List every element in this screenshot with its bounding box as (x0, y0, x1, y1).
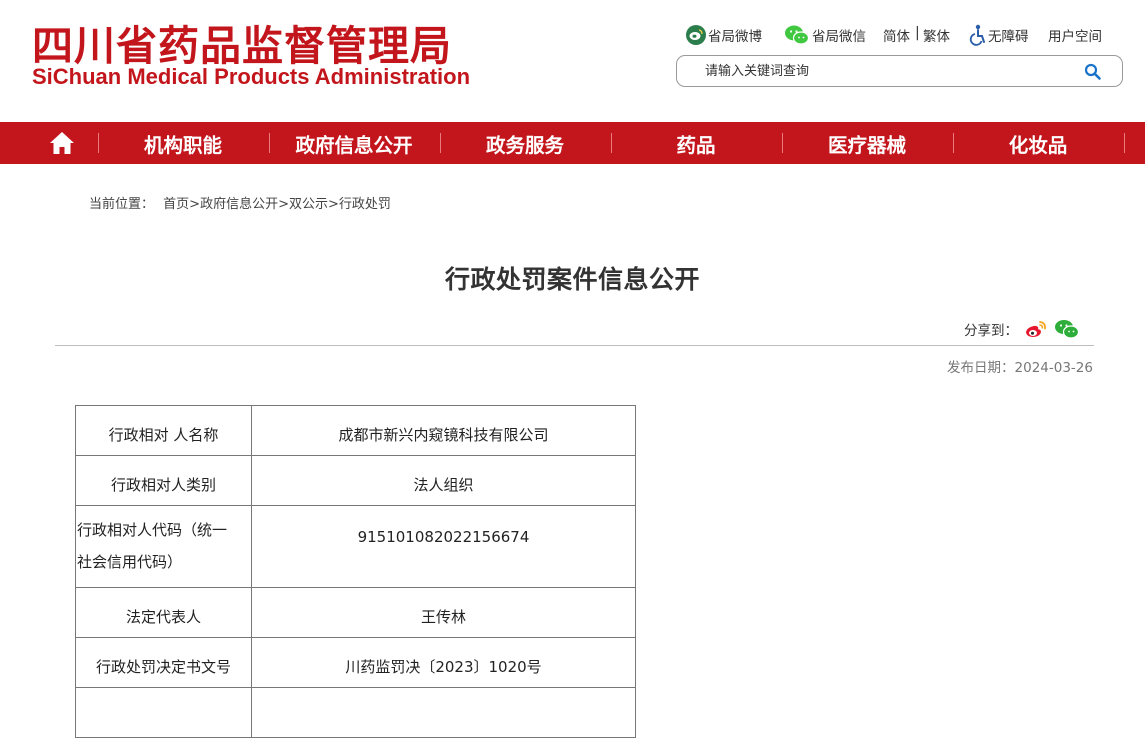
breadcrumb-prefix: 当前位置： (89, 197, 155, 212)
row-value-party-type: 法人组织 (413, 476, 474, 494)
row-key-credit-code: 行政相对人代码（统一 社会信用代码） (76, 506, 251, 578)
row-value-party-name: 成都市新兴内窥镜科技有限公司 (338, 426, 549, 444)
publish-date-label: 发布日期： (947, 360, 1015, 376)
table-row: 法定代表人 王传林 (75, 587, 636, 638)
user-space-link[interactable]: 用户空间 (1048, 24, 1102, 46)
row-key-cell: 行政相对人类别 (75, 455, 252, 506)
table-row: 行政处罚决定书文号 川药监罚决〔2023〕1020号 (75, 637, 636, 688)
breadcrumb-separator: > (189, 197, 201, 212)
row-key-party-type: 行政相对人类别 (110, 476, 216, 494)
language-separator: | (915, 25, 920, 41)
nav-item-drugs[interactable]: 药品 (611, 122, 781, 164)
breadcrumb: 当前位置： 首页>政府信息公开>双公示>行政处罚 (89, 193, 391, 212)
table-row: 行政相对人类别 法人组织 (75, 455, 636, 506)
row-key-cell: 行政处罚决定书文号 (75, 637, 252, 688)
simplified-label: 简体 (883, 29, 910, 45)
weibo-link-label: 省局微博 (708, 29, 762, 45)
breadcrumb-penalty[interactable]: 行政处罚 (339, 197, 391, 212)
search-box (676, 55, 1123, 87)
weibo-badge-icon (686, 25, 706, 45)
wechat-link-label: 省局微信 (812, 29, 866, 45)
nav-item-gov-info[interactable]: 政府信息公开 (269, 122, 439, 164)
wechat-link[interactable]: 省局微信 (784, 24, 866, 46)
row-key-cell (75, 687, 252, 738)
table-row (75, 687, 636, 738)
row-key-legal-rep: 法定代表人 (125, 608, 201, 626)
traditional-chinese-link[interactable]: 繁体 (923, 24, 950, 46)
breadcrumb-gov-info[interactable]: 政府信息公开 (200, 197, 278, 212)
row-key-cell: 行政相对 人名称 (75, 405, 252, 456)
row-key-cell: 法定代表人 (75, 587, 252, 638)
row-key-decision-number: 行政处罚决定书文号 (95, 658, 231, 676)
weibo-link[interactable]: 省局微博 (686, 24, 762, 46)
wechat-icon[interactable] (1054, 319, 1080, 339)
nav-item-devices[interactable]: 医疗器械 (782, 122, 952, 164)
nav-item-institution[interactable]: 机构职能 (98, 122, 268, 164)
logo-chinese-name: 四川省药品监督管理局 (32, 22, 452, 70)
search-icon[interactable] (1084, 63, 1102, 81)
nav-home[interactable] (27, 122, 97, 164)
table-row: 行政相对 人名称 成都市新兴内窥镜科技有限公司 (75, 405, 636, 456)
row-value-decision-number: 川药监罚决〔2023〕1020号 (345, 658, 542, 676)
wechat-icon (785, 25, 810, 45)
traditional-label: 繁体 (923, 29, 950, 45)
title-divider (55, 345, 1094, 346)
accessibility-label: 无障碍 (988, 29, 1029, 45)
nav-item-cosmetics[interactable]: 化妆品 (953, 122, 1123, 164)
penalty-info-table: 行政相对 人名称 成都市新兴内窥镜科技有限公司 行政相对人类别 法人组织 行政相… (75, 405, 636, 738)
row-key-cell: 行政相对人代码（统一 社会信用代码） (75, 505, 252, 588)
row-value-cell: 915101082022156674 (251, 505, 636, 588)
row-value-cell: 法人组织 (251, 455, 636, 506)
nav-item-services[interactable]: 政务服务 (440, 122, 610, 164)
row-key-credit-code-line1: 行政相对人代码（统一 (77, 521, 228, 539)
row-value-cell: 王传林 (251, 587, 636, 638)
nav-divider (1124, 133, 1125, 153)
breadcrumb-separator: > (278, 197, 289, 212)
user-space-label: 用户空间 (1048, 29, 1102, 45)
weibo-icon[interactable] (1024, 319, 1048, 339)
publish-date-value: 2024-03-26 (1014, 360, 1093, 376)
row-key-party-name: 行政相对 人名称 (108, 426, 219, 444)
row-value-legal-rep: 王传林 (420, 608, 466, 626)
page-title: 行政处罚案件信息公开 (444, 265, 700, 294)
row-value-cell: 成都市新兴内窥镜科技有限公司 (251, 405, 636, 456)
home-icon (50, 132, 74, 154)
publish-date: 发布日期：2024-03-26 (947, 356, 1093, 376)
main-nav: 机构职能 政府信息公开 政务服务 药品 医疗器械 化妆品 (0, 122, 1145, 164)
breadcrumb-home[interactable]: 首页 (163, 197, 189, 212)
row-value-cell (251, 687, 636, 738)
row-value-credit-code: 915101082022156674 (357, 528, 530, 546)
simplified-chinese-link[interactable]: 简体 (883, 24, 910, 46)
search-input[interactable] (705, 61, 1065, 81)
accessibility-icon (969, 24, 985, 46)
share-bar: 分享到： (964, 319, 1080, 339)
row-key-credit-code-line2: 社会信用代码） (77, 553, 183, 571)
row-value-cell: 川药监罚决〔2023〕1020号 (251, 637, 636, 688)
site-logo[interactable]: 四川省药品监督管理局 SiChuan Medical Products Admi… (32, 24, 470, 88)
logo-english-name: SiChuan Medical Products Administration (32, 64, 471, 89)
share-label: 分享到： (964, 323, 1018, 339)
breadcrumb-dual-publicity[interactable]: 双公示 (289, 197, 328, 212)
accessibility-link[interactable]: 无障碍 (969, 24, 1029, 46)
table-row: 行政相对人代码（统一 社会信用代码） 915101082022156674 (75, 505, 636, 588)
breadcrumb-separator: > (328, 197, 339, 212)
